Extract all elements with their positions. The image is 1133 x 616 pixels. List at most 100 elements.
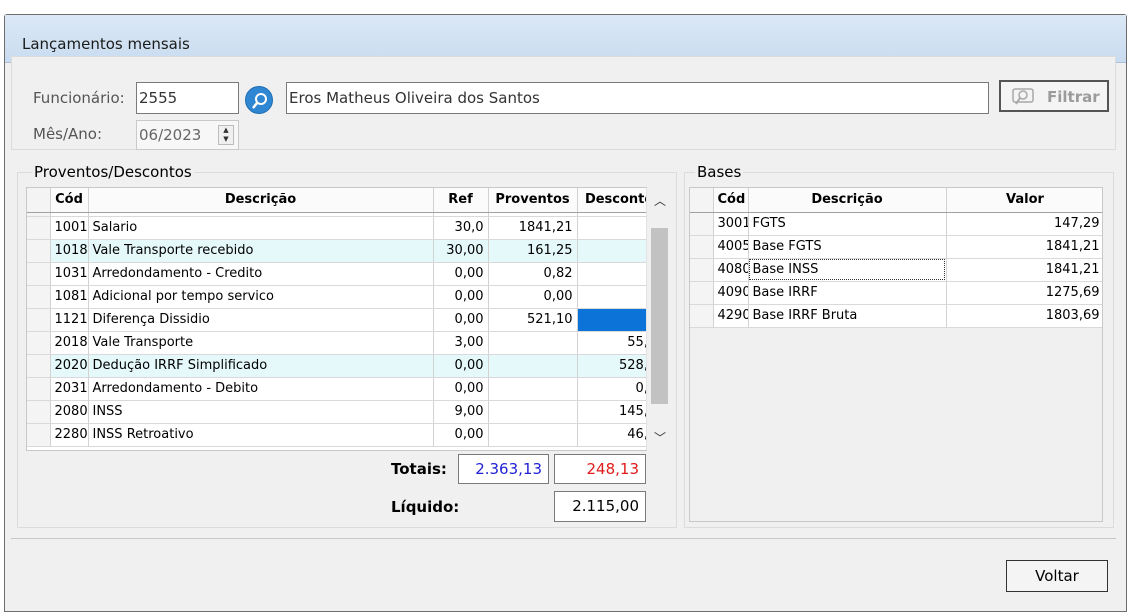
row-indicator[interactable] [27, 423, 51, 447]
cell-descricao[interactable]: Base FGTS [748, 235, 947, 259]
table-row[interactable]: 4080 Base INSS 1841,21 [690, 258, 1102, 282]
proventos-scrollbar[interactable]: ︿ ﹀ [646, 188, 671, 450]
cell-descontos[interactable] [577, 285, 646, 309]
cell-descricao[interactable]: Vale Transporte recebido [88, 239, 434, 263]
row-indicator[interactable] [27, 308, 51, 332]
col-descricao-header[interactable]: Descrição [88, 188, 434, 213]
cell-proventos[interactable] [488, 400, 578, 424]
cell-ref[interactable]: 0,00 [433, 423, 489, 447]
cell-cod[interactable]: 1031 [50, 262, 89, 286]
cell-ref[interactable]: 0,00 [433, 308, 489, 332]
cell-ref[interactable]: 30,0 [433, 216, 489, 240]
cell-descricao[interactable]: Base IRRF [748, 281, 947, 305]
funcionario-name-field[interactable]: Eros Matheus Oliveira dos Santos [286, 82, 989, 114]
scrollbar-thumb[interactable] [651, 228, 668, 404]
cell-descricao-focused[interactable]: Base INSS [748, 258, 947, 282]
cell-descricao[interactable]: Salario [88, 216, 434, 240]
table-row[interactable]: 4090 Base IRRF 1275,69 [690, 281, 1102, 305]
cell-proventos[interactable]: 0,00 [488, 285, 578, 309]
row-indicator[interactable] [690, 304, 714, 328]
table-row[interactable]: 1081 Adicional por tempo servico 0,00 0,… [27, 285, 646, 309]
cell-cod[interactable]: 2020 [50, 354, 89, 378]
table-row[interactable]: 2031 Arredondamento - Debito 0,00 0,09 [27, 377, 646, 401]
cell-proventos[interactable] [488, 331, 578, 355]
col-valor-header[interactable]: Valor [946, 188, 1102, 213]
cell-ref[interactable]: 30,00 [433, 239, 489, 263]
mes-ano-spinner[interactable]: 06/2023 ▲ ▼ [136, 120, 239, 150]
row-indicator[interactable] [27, 377, 51, 401]
row-indicator[interactable] [690, 258, 714, 282]
cell-cod[interactable]: 4005 [713, 235, 749, 259]
cell-descricao[interactable]: INSS [88, 400, 434, 424]
cell-descricao[interactable]: Vale Transporte [88, 331, 434, 355]
cell-descontos[interactable] [577, 216, 646, 240]
cell-proventos[interactable]: 521,10 [488, 308, 578, 332]
row-indicator[interactable] [27, 239, 51, 263]
row-indicator[interactable] [27, 400, 51, 424]
cell-ref[interactable]: 0,00 [433, 354, 489, 378]
cell-ref[interactable]: 3,00 [433, 331, 489, 355]
cell-cod[interactable]: 3001 [713, 212, 749, 236]
cell-proventos[interactable] [488, 354, 578, 378]
table-row[interactable]: 2280 INSS Retroativo 0,00 46,90 [27, 423, 646, 447]
cell-cod[interactable]: 4290 [713, 304, 749, 328]
cell-proventos[interactable]: 0,82 [488, 262, 578, 286]
table-row[interactable]: 3001 FGTS 147,29 [690, 212, 1102, 236]
cell-cod[interactable]: 2031 [50, 377, 89, 401]
filtrar-button[interactable]: Filtrar [999, 80, 1109, 112]
cell-descontos[interactable] [577, 239, 646, 263]
cell-ref[interactable]: 0,00 [433, 262, 489, 286]
cell-valor[interactable]: 1275,69 [946, 281, 1102, 305]
cell-proventos[interactable] [488, 423, 578, 447]
table-row[interactable]: 4290 Base IRRF Bruta 1803,69 [690, 304, 1102, 328]
cell-cod[interactable]: 1121 [50, 308, 89, 332]
table-row[interactable]: 2080 INSS 9,00 145,90 [27, 400, 646, 424]
cell-cod[interactable]: 4090 [713, 281, 749, 305]
cell-ref[interactable]: 0,00 [433, 377, 489, 401]
row-indicator[interactable] [27, 354, 51, 378]
table-row[interactable]: 1121 Diferença Dissidio 0,00 521,10 [27, 308, 646, 332]
funcionario-code-input[interactable]: 2555 [136, 82, 239, 114]
cell-valor[interactable]: 1841,21 [946, 258, 1102, 282]
col-proventos-header[interactable]: Proventos [488, 188, 578, 213]
cell-descricao[interactable]: Arredondamento - Debito [88, 377, 434, 401]
spinner-arrows-icon[interactable]: ▲ ▼ [218, 125, 234, 145]
row-indicator[interactable] [690, 235, 714, 259]
col-cod-header[interactable]: Cód [713, 188, 749, 213]
cell-valor[interactable]: 1841,21 [946, 235, 1102, 259]
row-indicator[interactable] [690, 281, 714, 305]
table-row[interactable]: 2018 Vale Transporte 3,00 55,24 [27, 331, 646, 355]
cell-cod[interactable]: 2080 [50, 400, 89, 424]
col-cod-header[interactable]: Cód [50, 188, 89, 213]
table-row[interactable]: 4005 Base FGTS 1841,21 [690, 235, 1102, 259]
row-indicator[interactable] [27, 331, 51, 355]
col-descricao-header[interactable]: Descrição [748, 188, 947, 213]
col-ref-header[interactable]: Ref [433, 188, 489, 213]
search-employee-button[interactable] [245, 86, 273, 114]
table-row[interactable]: 1018 Vale Transporte recebido 30,00 161,… [27, 239, 646, 263]
cell-descricao[interactable]: Dedução IRRF Simplificado [88, 354, 434, 378]
cell-proventos[interactable]: 1841,21 [488, 216, 578, 240]
row-indicator[interactable] [27, 285, 51, 309]
cell-cod[interactable]: 1018 [50, 239, 89, 263]
cell-descontos-selected[interactable] [577, 308, 646, 332]
cell-cod[interactable]: 2280 [50, 423, 89, 447]
col-descontos-header[interactable]: Descontos [577, 188, 646, 213]
row-indicator[interactable] [690, 212, 714, 236]
cell-valor[interactable]: 147,29 [946, 212, 1102, 236]
cell-descricao[interactable]: Diferença Dissidio [88, 308, 434, 332]
cell-cod[interactable]: 2018 [50, 331, 89, 355]
cell-descricao[interactable]: INSS Retroativo [88, 423, 434, 447]
cell-descontos[interactable]: 55,24 [577, 331, 646, 355]
cell-descontos[interactable]: 528,00 [577, 354, 646, 378]
bases-grid[interactable]: Cód Descrição Valor 3001 FGTS 147,29 400… [689, 187, 1103, 522]
cell-cod[interactable]: 1001 [50, 216, 89, 240]
cell-cod[interactable]: 4080 [713, 258, 749, 282]
voltar-button[interactable]: Voltar [1006, 560, 1108, 592]
table-row[interactable]: 1031 Arredondamento - Credito 0,00 0,82 [27, 262, 646, 286]
cell-ref[interactable]: 0,00 [433, 285, 489, 309]
table-row[interactable]: 2020 Dedução IRRF Simplificado 0,00 528,… [27, 354, 646, 378]
scroll-up-icon[interactable]: ︿ [654, 192, 666, 209]
cell-descontos[interactable]: 46,90 [577, 423, 646, 447]
cell-ref[interactable]: 9,00 [433, 400, 489, 424]
